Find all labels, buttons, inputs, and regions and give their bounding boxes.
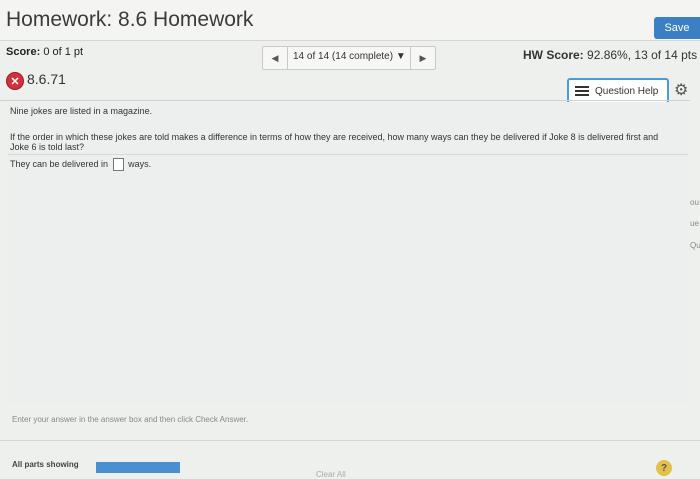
divider (0, 100, 690, 101)
question-help-label: Question Help (595, 85, 659, 97)
top-bar: Homework: 8.6 Homework Save (0, 0, 700, 41)
question-selector[interactable]: 14 of 14 (14 complete) ▼ (293, 51, 406, 62)
progress-fill (96, 462, 180, 473)
score-label: Score: (6, 46, 41, 58)
footer-divider (0, 440, 700, 441)
next-question-button[interactable]: ▶ (410, 47, 435, 69)
previous-question-button[interactable]: ◀ (263, 47, 288, 69)
score-bar: Score: 0 of 1 pt ◀ 14 of 14 (14 complete… (0, 41, 700, 70)
hw-score-label: HW Score: (523, 48, 584, 62)
answer-suffix: ways. (128, 158, 152, 169)
question-navigator: ◀ 14 of 14 (14 complete) ▼ ▶ (262, 46, 436, 70)
hw-score-value: 92.86%, 13 of 14 pts (587, 48, 698, 62)
clear-all-button[interactable]: Clear All (316, 470, 346, 479)
question-area: Nine jokes are listed in a magazine. If … (8, 102, 688, 404)
x-circle-icon: ✕ (6, 72, 24, 90)
parts-label: All parts showing (12, 460, 79, 469)
progress-bar (96, 462, 180, 473)
answer-prefix: They can be delivered in (10, 158, 109, 169)
instruction-text: Enter your answer in the answer box and … (12, 415, 249, 424)
side-fragment: Que (690, 241, 700, 250)
right-triangle-icon: ▶ (419, 52, 427, 63)
hw-score: HW Score: 92.86%, 13 of 14 pts (523, 48, 697, 62)
score-value: 0 of 1 pt (43, 46, 84, 58)
gear-icon[interactable]: ⚙ (674, 80, 688, 100)
save-button[interactable]: Save (654, 17, 700, 39)
answer-line: They can be delivered in ways. (10, 158, 151, 171)
side-fragment: ou (690, 198, 699, 207)
page-title: Homework: 8.6 Homework (6, 8, 254, 31)
question-text-prompt: If the order in which these jokes are to… (10, 132, 659, 152)
question-circle-icon[interactable]: ? (656, 460, 672, 476)
left-triangle-icon: ◀ (271, 52, 279, 63)
question-separator (8, 154, 688, 155)
answer-input[interactable] (112, 158, 124, 171)
question-number: 8.6.71 (27, 71, 66, 87)
score: Score: 0 of 1 pt (6, 46, 83, 58)
side-fragment: ue (690, 219, 699, 228)
question-text-intro: Nine jokes are listed in a magazine. (10, 106, 153, 116)
list-icon (575, 86, 589, 96)
question-header: ✕ 8.6.71 Question Help (0, 68, 700, 104)
